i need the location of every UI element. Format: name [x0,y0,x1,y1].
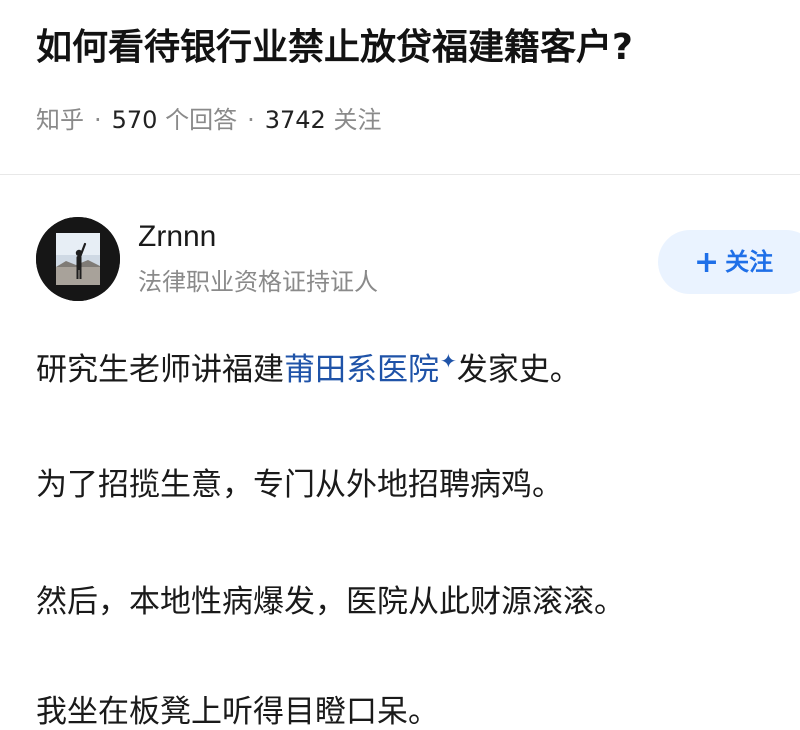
user-avatar-photo-icon [36,217,120,301]
source-label[interactable]: 知乎 [36,106,84,134]
plus-icon: + [694,245,720,280]
sparkle-icon: ✦ [440,349,457,373]
answer-count-label: 个回答 [165,106,238,134]
separator-dot: · [94,106,102,134]
follow-count-label: 关注 [333,106,382,134]
question-title[interactable]: 如何看待银行业禁止放贷福建籍客户? [36,24,633,72]
paragraph-text: 研究生老师讲福建 [36,352,284,388]
answer-paragraph: 研究生老师讲福建莆田系医院✦发家史。 [36,339,581,392]
question-header: 如何看待银行业禁止放贷福建籍客户? 知乎 · 570 个回答 · 3742 关注 [0,0,800,175]
separator-dot: · [247,106,255,134]
paragraph-text: 发家史。 [456,352,581,388]
avatar[interactable] [36,217,120,301]
question-meta: 知乎 · 570 个回答 · 3742 关注 [36,100,381,140]
follow-button-label: 关注 [725,248,774,276]
author-name[interactable]: Zrnnn [138,217,216,257]
author-credential: 法律职业资格证持证人 [138,268,378,296]
answer-card: Zrnnn 法律职业资格证持证人 + 关注 研究生老师讲福建莆田系医院✦发家史。 … [0,175,800,730]
answer-paragraph: 为了招揽生意，专门从外地招聘病鸡。 [36,467,563,503]
keyword-link[interactable]: 莆田系医院 [284,352,439,388]
answer-paragraph: 我坐在板凳上听得目瞪口呆。 [36,694,439,730]
follow-count: 3742 [264,106,326,134]
answer-count: 570 [111,106,158,134]
answer-paragraph: 然后，本地性病爆发，医院从此财源滚滚。 [36,584,625,620]
zhihu-answer-page: 如何看待银行业禁止放贷福建籍客户? 知乎 · 570 个回答 · 3742 关注 Zrn… [0,0,800,730]
follow-button[interactable]: + 关注 [658,230,800,294]
